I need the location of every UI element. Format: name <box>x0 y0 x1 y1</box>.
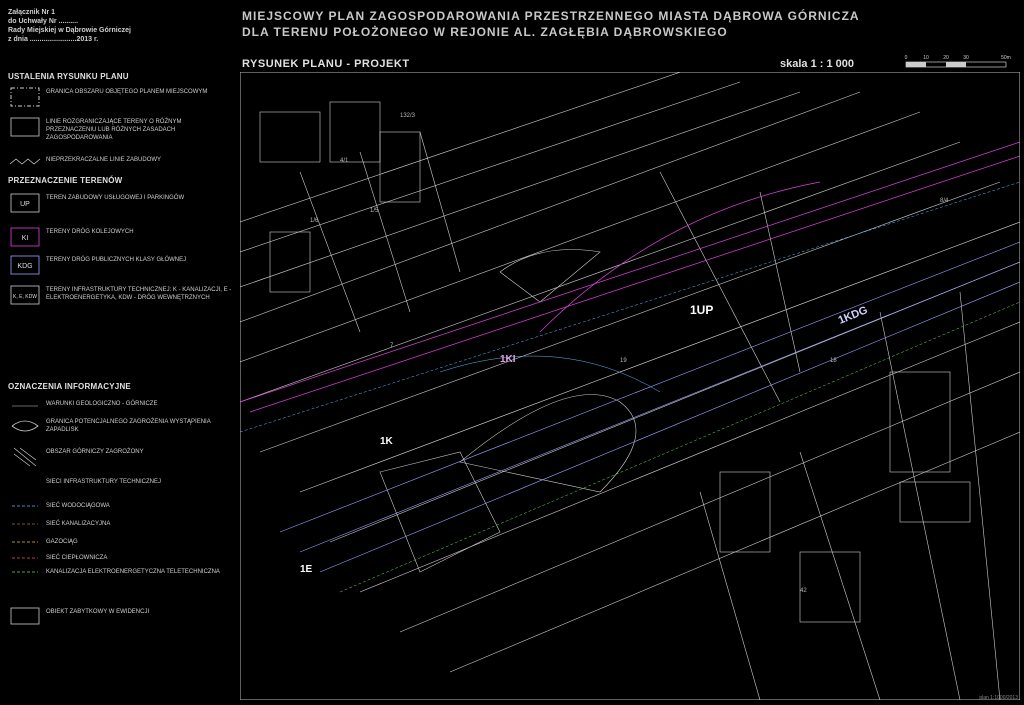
power-line-icon <box>8 566 42 584</box>
attachment-line: Rady Miejskiej w Dąbrowie Górniczej <box>8 27 131 34</box>
legend-text: GRANICA POTENCJALNEGO ZAGROŻENIA WYSTĄPI… <box>46 419 211 433</box>
parcel-number: 19 <box>620 358 627 364</box>
legend-item: GRANICA OBSZARU OBJĘTEGO PLANEM MIEJSCOW… <box>8 86 234 112</box>
zone-label-k: 1K <box>380 436 394 447</box>
svg-text:20: 20 <box>943 55 949 61</box>
plan-title: MIEJSCOWY PLAN ZAGOSPODAROWANIA PRZESTRZ… <box>242 9 860 23</box>
legend-item: SIECI INFRASTRUKTURY TECHNICZNEJ <box>8 476 234 488</box>
legend-panel: Załącznik Nr 1 do Uchwały Nr .......... … <box>0 0 236 705</box>
svg-text:0: 0 <box>905 55 908 61</box>
scale-label: skala 1 : 1 000 <box>780 58 855 70</box>
zone-label-ki: 1KI <box>500 354 516 365</box>
plan-boundary-icon <box>8 86 42 107</box>
mining-area-icon <box>8 398 42 416</box>
building-line-icon <box>8 154 42 172</box>
section-info-heading: OZNACZENIA INFORMACYJNE <box>8 382 131 391</box>
svg-text:KDG: KDG <box>17 263 32 270</box>
attachment-line: do Uchwały Nr .......... <box>8 18 79 25</box>
parcel-number: 1/5 <box>370 208 379 214</box>
attachment-note: Załącznik Nr 1 do Uchwały Nr .......... … <box>8 8 131 44</box>
legend-item: NIEPRZEKRACZALNE LINIE ZABUDOWY <box>8 154 234 168</box>
legend-text: GAZOCIĄG <box>46 539 78 545</box>
svg-text:30: 30 <box>963 55 969 61</box>
subsidence-icon <box>8 416 42 434</box>
zone-boundary-icon <box>8 116 42 137</box>
legend-text: SIEĆ CIEPŁOWNICZA <box>46 555 108 561</box>
legend-text: SIEĆ WODOCIĄGOWA <box>46 503 110 509</box>
drawing-stamp: plan 1:1000/2013 <box>979 695 1018 701</box>
legend-text: OBIEKT ZABYTKOWY W EWIDENCJI <box>46 609 150 615</box>
infra-title-icon <box>8 476 42 494</box>
legend-item: KDG TERENY DRÓG PUBLICZNYCH KLASY GŁÓWNE… <box>8 254 234 280</box>
svg-text:UP: UP <box>20 201 30 208</box>
parcel-number: 1/6 <box>310 218 319 224</box>
legend-text: OBSZAR GÓRNICZY ZAGROŻONY <box>46 449 144 455</box>
legend-text: GRANICA OBSZARU OBJĘTEGO PLANEM MIEJSCOW… <box>46 89 208 95</box>
map-header: MIEJSCOWY PLAN ZAGOSPODAROWANIA PRZESTRZ… <box>242 8 962 40</box>
landslide-icon <box>8 446 42 467</box>
legend-item: SIEĆ CIEPŁOWNICZA <box>8 552 234 564</box>
legend-item: K, E, KDW TERENY INFRASTRUKTURY TECHNICZ… <box>8 284 234 326</box>
legend-text: LINIE ROZGRANICZAJĄCE TERENY O RÓŻNYM PR… <box>46 119 182 141</box>
legend-item: GAZOCIĄG <box>8 536 234 548</box>
parcel-number: 18 <box>830 358 837 364</box>
legend-text: SIEĆ KANALIZACYJNA <box>46 521 111 527</box>
legend-item: WARUNKI GEOLOGICZNO - GÓRNICZE <box>8 398 234 412</box>
legend-text: NIEPRZEKRACZALNE LINIE ZABUDOWY <box>46 157 162 163</box>
svg-text:K, E, KDW: K, E, KDW <box>13 294 37 300</box>
attachment-line: z dnia ........................2013 r. <box>8 36 99 43</box>
legend-text: WARUNKI GEOLOGICZNO - GÓRNICZE <box>46 401 158 407</box>
legend-item: LINIE ROZGRANICZAJĄCE TERENY O RÓŻNYM PR… <box>8 116 234 150</box>
legend-item: KANALIZACJA ELEKTROENERGETYCZNA TELETECH… <box>8 566 234 586</box>
sewer-line-icon <box>8 518 42 536</box>
section-plan-heading: USTALENIA RYSUNKU PLANU <box>8 72 129 81</box>
scale-bar: 0 10 20 30 50m <box>900 50 1016 74</box>
zone-ki-symbol: KI <box>8 226 42 247</box>
legend-item: OBIEKT ZABYTKOWY W EWIDENCJI <box>8 606 234 625</box>
zone-infra-symbol: K, E, KDW <box>8 284 42 305</box>
svg-text:10: 10 <box>923 55 929 61</box>
legend-item: OBSZAR GÓRNICZY ZAGROŻONY <box>8 446 234 467</box>
zone-label-e: 1E <box>300 564 313 575</box>
monument-icon <box>8 606 42 625</box>
legend-item: SIEĆ KANALIZACYJNA <box>8 518 234 530</box>
drawing-type: RYSUNEK PLANU - PROJEKT <box>242 58 410 70</box>
legend-text: TERENY DRÓG PUBLICZNYCH KLASY GŁÓWNEJ <box>46 257 187 263</box>
section-zones-heading: PRZEZNACZENIE TERENÓW <box>8 176 123 185</box>
parcel-number: 132/3 <box>400 113 416 119</box>
zone-kdg-symbol: KDG <box>8 254 42 275</box>
map-canvas[interactable]: 1UP 1KDG 1KI 1K 1E 132/3 4/1 1/6 1/5 18 … <box>240 72 1020 700</box>
parcel-number: 4/1 <box>340 158 349 164</box>
parcel-number: 8/4 <box>940 198 949 204</box>
legend-text: SIECI INFRASTRUKTURY TECHNICZNEJ <box>46 479 162 485</box>
zone-up-symbol: UP <box>8 192 42 213</box>
plan-subtitle-line: DLA TERENU POŁOŻONEGO W REJONIE AL. ZAGŁ… <box>242 25 728 39</box>
legend-text: TERENY INFRASTRUKTURY TECHNICZNEJ: K - K… <box>46 287 232 301</box>
legend-item: UP TEREN ZABUDOWY USŁUGOWEJ I PARKINGÓW <box>8 192 234 220</box>
legend-item: SIEĆ WODOCIĄGOWA <box>8 500 234 512</box>
legend-item: GRANICA POTENCJALNEGO ZAGROŻENIA WYSTĄPI… <box>8 416 234 440</box>
water-line-icon <box>8 500 42 518</box>
legend-text: TEREN ZABUDOWY USŁUGOWEJ I PARKINGÓW <box>46 195 185 201</box>
svg-text:KI: KI <box>22 235 29 242</box>
attachment-line: Załącznik Nr 1 <box>8 9 56 16</box>
legend-text: TERENY DRÓG KOLEJOWYCH <box>46 229 134 235</box>
legend-text: KANALIZACJA ELEKTROENERGETYCZNA TELETECH… <box>46 569 220 575</box>
legend-item: KI TERENY DRÓG KOLEJOWYCH <box>8 226 234 247</box>
zone-label-up: 1UP <box>690 303 713 317</box>
svg-text:50m: 50m <box>1001 55 1011 61</box>
parcel-number: 42 <box>800 588 807 594</box>
